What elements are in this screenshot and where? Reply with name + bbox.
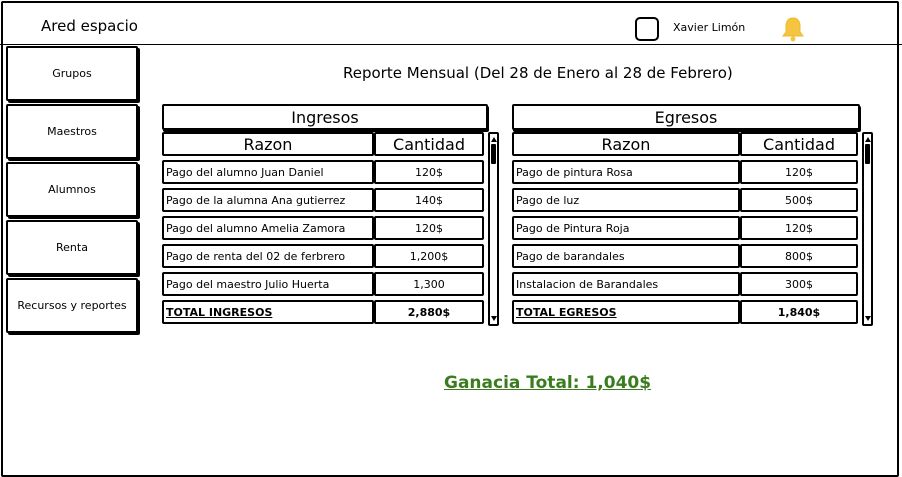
table-row-amount: 120$ — [374, 160, 484, 184]
scroll-up-icon[interactable] — [865, 137, 871, 142]
table-row-reason: Pago del maestro Julio Huerta — [162, 272, 374, 296]
table-row-amount: 140$ — [374, 188, 484, 212]
ganancia-total: Ganacia Total: 1,040$ — [444, 373, 652, 393]
egresos-total-label: TOTAL EGRESOS — [512, 300, 740, 324]
table-row-amount: 120$ — [740, 160, 858, 184]
table-row-reason: Pago de la alumna Ana gutierrez — [162, 188, 374, 212]
bell-icon[interactable] — [781, 16, 805, 42]
table-row-amount: 120$ — [740, 216, 858, 240]
table-row-reason: Pago del alumno Amelia Zamora — [162, 216, 374, 240]
sidebar-item-alumnos[interactable]: Alumnos — [6, 162, 138, 217]
app-title: Ared espacio — [41, 17, 138, 35]
table-row-reason: Pago de pintura Rosa — [512, 160, 740, 184]
table-row-amount: 300$ — [740, 272, 858, 296]
sidebar-item-label: Maestros — [47, 125, 97, 138]
table-row-reason: Pago de renta del 02 de ferbrero — [162, 244, 374, 268]
table-row-amount: 1,200$ — [374, 244, 484, 268]
ingresos-scrollbar[interactable] — [488, 132, 499, 326]
table-row-amount: 120$ — [374, 216, 484, 240]
egresos-col-cantidad: Cantidad — [740, 132, 858, 156]
scroll-thumb[interactable] — [491, 144, 496, 164]
ingresos-total-label: TOTAL INGRESOS — [162, 300, 374, 324]
table-row-reason: Pago de Pintura Roja — [512, 216, 740, 240]
sidebar-item-label: Recursos y reportes — [17, 299, 127, 312]
table-row-amount: 800$ — [740, 244, 858, 268]
sidebar-item-maestros[interactable]: Maestros — [6, 104, 138, 159]
sidebar-item-grupos[interactable]: Grupos — [6, 46, 138, 101]
egresos-title: Egresos — [512, 104, 860, 130]
sidebar-item-recursos-y-reportes[interactable]: Recursos y reportes — [6, 278, 138, 333]
egresos-col-razon: Razon — [512, 132, 740, 156]
ingresos-total-amount: 2,880$ — [374, 300, 484, 324]
egresos-total-amount: 1,840$ — [740, 300, 858, 324]
scroll-down-icon[interactable] — [865, 316, 871, 321]
sidebar-item-label: Grupos — [52, 67, 92, 80]
table-row-reason: Instalacion de Barandales — [512, 272, 740, 296]
header-divider — [0, 44, 902, 45]
report-title: Reporte Mensual (Del 28 de Enero al 28 d… — [343, 64, 733, 82]
ingresos-title: Ingresos — [162, 104, 488, 130]
egresos-scrollbar[interactable] — [862, 132, 873, 326]
table-row-reason: Pago de barandales — [512, 244, 740, 268]
sidebar-item-renta[interactable]: Renta — [6, 220, 138, 275]
ingresos-col-cantidad: Cantidad — [374, 132, 484, 156]
user-avatar[interactable] — [635, 17, 659, 41]
sidebar-item-label: Renta — [56, 241, 88, 254]
table-row-reason: Pago de luz — [512, 188, 740, 212]
sidebar-item-label: Alumnos — [48, 183, 96, 196]
scroll-down-icon[interactable] — [491, 316, 497, 321]
scroll-up-icon[interactable] — [491, 137, 497, 142]
user-name[interactable]: Xavier Limón — [673, 21, 745, 34]
table-row-amount: 500$ — [740, 188, 858, 212]
table-row-reason: Pago del alumno Juan Daniel — [162, 160, 374, 184]
scroll-thumb[interactable] — [865, 144, 870, 164]
ingresos-col-razon: Razon — [162, 132, 374, 156]
table-row-amount: 1,300 — [374, 272, 484, 296]
